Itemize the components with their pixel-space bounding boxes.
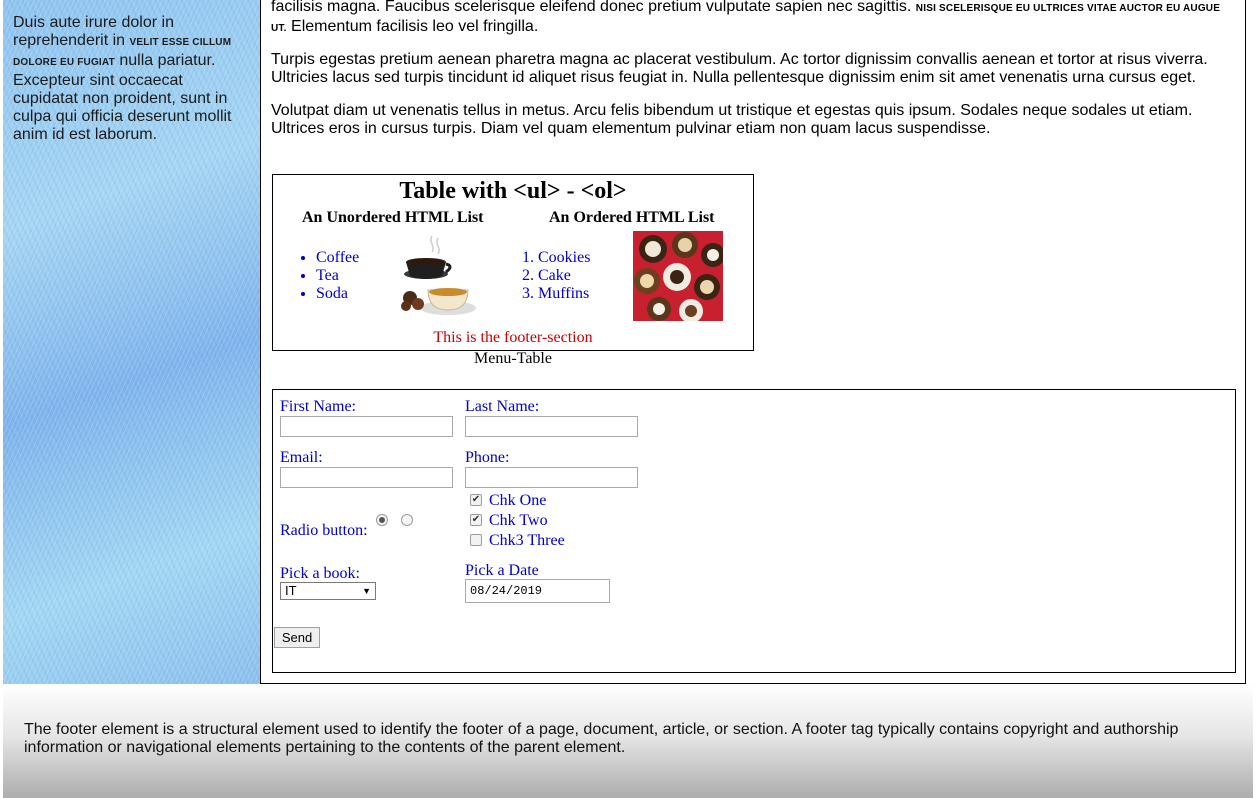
checkbox-one-label: Chk One bbox=[489, 492, 547, 509]
ordered-list-heading: An Ordered HTML List bbox=[549, 209, 715, 226]
footer-text: The footer element is a structural eleme… bbox=[24, 721, 1179, 756]
checkbox-two[interactable]: ✔ bbox=[470, 514, 482, 526]
list-item: Soda bbox=[316, 285, 359, 303]
paragraph-3: Volutpat diam ut venenatis tellus in met… bbox=[271, 102, 1193, 137]
list-item: Cake bbox=[538, 267, 590, 285]
menu-table-title: Table with <ul> - <ol> bbox=[399, 178, 627, 204]
menu-table-caption: Menu-Table bbox=[474, 350, 552, 367]
last-name-input[interactable] bbox=[465, 416, 638, 437]
radio-button-label: Radio button: bbox=[280, 522, 368, 539]
phone-input[interactable] bbox=[465, 467, 638, 488]
paragraph-1: facilisis magna. Faucibus scelerisque el… bbox=[271, 0, 1231, 38]
unordered-list: Coffee Tea Soda bbox=[299, 249, 359, 303]
last-name-label: Last Name: bbox=[465, 398, 540, 415]
list-item: Tea bbox=[316, 267, 359, 285]
muffins-image bbox=[633, 231, 723, 321]
email-label: Email: bbox=[280, 449, 323, 466]
unordered-list-heading: An Unordered HTML List bbox=[302, 209, 484, 226]
menu-table-footer: This is the footer-section bbox=[433, 329, 593, 346]
pick-book-label: Pick a book: bbox=[280, 565, 360, 582]
list-item: Cookies bbox=[538, 249, 590, 267]
list-item: Coffee bbox=[316, 249, 359, 267]
page-footer: The footer element is a structural eleme… bbox=[3, 684, 1253, 798]
checkbox-one[interactable]: ✔ bbox=[470, 494, 482, 506]
first-name-input[interactable] bbox=[280, 416, 453, 437]
book-select[interactable]: IT ▼ bbox=[280, 582, 376, 600]
main-content: facilisis magna. Faucibus scelerisque el… bbox=[260, 0, 1246, 684]
radio-button-option-1[interactable] bbox=[376, 514, 388, 526]
checkbox-three[interactable] bbox=[470, 534, 482, 546]
paragraph-2: Turpis egestas pretium aenean pharetra m… bbox=[271, 51, 1208, 86]
sidebar-text: Duis aute irure dolor in reprehenderit i… bbox=[13, 14, 246, 144]
sidebar: Duis aute irure dolor in reprehenderit i… bbox=[3, 0, 260, 684]
first-name-label: First Name: bbox=[280, 398, 356, 415]
paragraph-1-start: facilisis magna. Faucibus scelerisque el… bbox=[271, 0, 916, 15]
list-item: Muffins bbox=[538, 285, 590, 303]
dropdown-arrow-icon: ▼ bbox=[362, 586, 371, 596]
send-button[interactable]: Send bbox=[274, 627, 320, 648]
email-input[interactable] bbox=[280, 467, 453, 488]
date-input[interactable]: 08/24/2019 bbox=[465, 579, 610, 603]
checkbox-three-label: Chk3 Three bbox=[489, 532, 565, 549]
ordered-list: Cookies Cake Muffins bbox=[521, 249, 590, 303]
book-select-value: IT bbox=[285, 583, 297, 598]
paragraph-1-end: Elementum facilisis leo vel fringilla. bbox=[286, 18, 539, 35]
menu-table: Table with <ul> - <ol> An Unordered HTML… bbox=[272, 174, 754, 351]
checkbox-two-label: Chk Two bbox=[489, 512, 548, 529]
pick-date-label: Pick a Date bbox=[465, 562, 539, 579]
coffee-tea-image bbox=[401, 235, 476, 315]
date-input-value: 08/24/2019 bbox=[470, 584, 543, 598]
radio-button-option-2[interactable] bbox=[401, 514, 413, 526]
contact-form: First Name: Last Name: Email: Phone: Rad… bbox=[272, 389, 1236, 673]
phone-label: Phone: bbox=[465, 449, 510, 466]
